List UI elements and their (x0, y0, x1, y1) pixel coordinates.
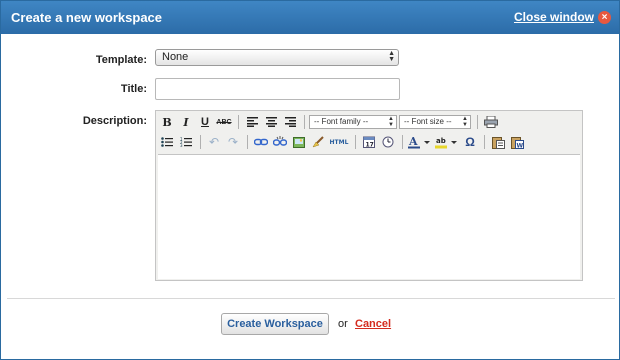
paste-text-icon[interactable] (489, 133, 507, 151)
select-arrows-icon: ▲ ▼ (388, 116, 394, 128)
close-window-button[interactable]: Close window × (514, 10, 611, 24)
image-icon[interactable] (290, 133, 308, 151)
undo-icon[interactable]: ↶ (205, 133, 223, 151)
editor-toolbar-row-2: 123 ↶ ↷ HTML 17 A ab Ω W (158, 132, 527, 152)
insert-time-icon[interactable] (379, 133, 397, 151)
close-icon[interactable]: × (598, 10, 611, 24)
select-arrows-icon: ▲ ▼ (462, 116, 468, 128)
highlight-color-icon[interactable]: ab (434, 133, 460, 151)
text-color-letter: A (408, 135, 418, 148)
footer-divider (7, 298, 615, 299)
template-select-value: None (162, 51, 189, 63)
font-family-select-value: -- Font family -- (314, 117, 369, 126)
align-center-icon[interactable] (262, 113, 280, 131)
toolbar-divider (355, 135, 356, 149)
toolbar-divider (304, 115, 305, 129)
dialog-title: Create a new workspace (11, 10, 163, 25)
highlight-color-letters: ab (436, 137, 446, 145)
cancel-link[interactable]: Cancel (355, 318, 391, 330)
underline-icon[interactable]: U (196, 113, 214, 131)
template-label: Template: (95, 54, 147, 66)
bold-icon[interactable]: B (158, 113, 176, 131)
toolbar-divider (200, 135, 201, 149)
toolbar-divider (484, 135, 485, 149)
text-color-icon[interactable]: A (407, 133, 433, 151)
strikethrough-icon[interactable]: ABC (215, 113, 233, 131)
template-select[interactable]: None ▲ ▼ (155, 49, 399, 66)
toolbar-divider (402, 135, 403, 149)
insert-date-label: 17 (366, 142, 374, 149)
print-icon[interactable] (482, 113, 500, 131)
close-window-label[interactable]: Close window (514, 10, 594, 24)
align-left-icon[interactable] (243, 113, 261, 131)
svg-text:W: W (516, 142, 523, 149)
toolbar-divider (477, 115, 478, 129)
description-editor-area[interactable] (158, 154, 580, 279)
font-size-select-value: -- Font size -- (404, 117, 452, 126)
toolbar-divider (247, 135, 248, 149)
create-workspace-button[interactable]: Create Workspace (221, 313, 329, 335)
cleanup-icon[interactable] (309, 133, 327, 151)
create-workspace-dialog: Create a new workspace Close window × Te… (0, 0, 620, 360)
select-arrows-icon: ▲ ▼ (388, 50, 395, 63)
unlink-icon[interactable] (271, 133, 289, 151)
title-label: Title: (120, 83, 147, 95)
align-right-icon[interactable] (281, 113, 299, 131)
redo-icon[interactable]: ↷ (224, 133, 242, 151)
link-icon[interactable] (252, 133, 270, 151)
special-char-icon[interactable]: Ω (461, 133, 479, 151)
numbered-list-icon[interactable]: 123 (177, 133, 195, 151)
or-text: or (338, 318, 348, 330)
paste-word-icon[interactable]: W (508, 133, 526, 151)
font-size-select[interactable]: -- Font size -- ▲ ▼ (399, 115, 471, 129)
toolbar-divider (238, 115, 239, 129)
dialog-titlebar: Create a new workspace Close window × (1, 1, 619, 34)
editor-toolbar-row-1: B I U ABC -- Font family -- ▲ ▼ -- Font s… (158, 112, 501, 132)
description-label: Description: (82, 115, 147, 127)
insert-date-icon[interactable]: 17 (360, 133, 378, 151)
html-icon[interactable]: HTML (328, 133, 350, 151)
rich-text-editor: B I U ABC -- Font family -- ▲ ▼ -- Font s… (155, 110, 583, 281)
bullet-list-icon[interactable] (158, 133, 176, 151)
title-input[interactable] (155, 78, 400, 100)
svg-text:3: 3 (180, 143, 183, 147)
italic-icon[interactable]: I (177, 113, 195, 131)
font-family-select[interactable]: -- Font family -- ▲ ▼ (309, 115, 397, 129)
